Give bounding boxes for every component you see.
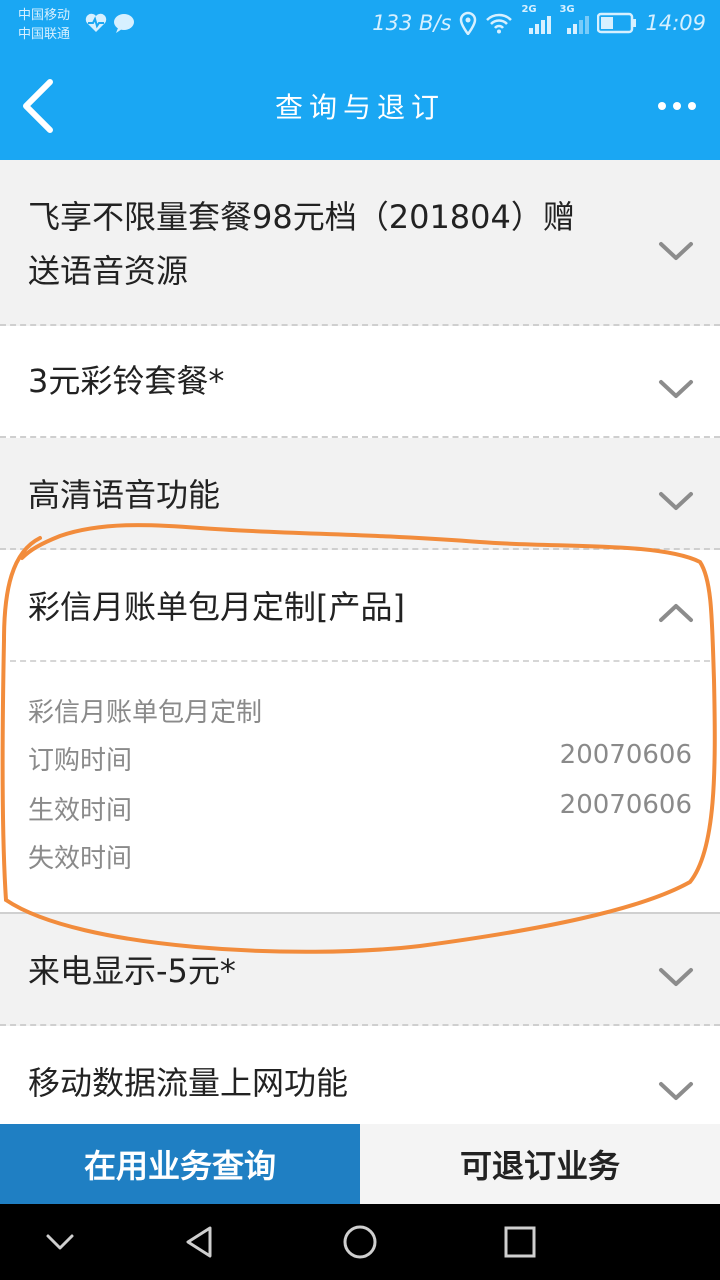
carrier-2: 中国联通 [18,27,71,42]
more-dots-icon [658,102,666,110]
recent-apps-square-icon[interactable] [500,1222,540,1262]
carrier-info: 中国移动 中国联通 [18,6,70,44]
item-label: 来电显示-5元* [28,952,236,990]
list-item-expanded[interactable]: 彩信月账单包月定制[产品] 彩信月账单包月定制 订购时间 20070606 生效… [0,550,720,914]
location-icon [460,11,477,35]
list-item[interactable]: 来电显示-5元* [0,914,720,1026]
bottom-tabs: 在用业务查询 可退订业务 [0,1124,720,1204]
wifi-icon [486,13,513,34]
list-item[interactable]: 3元彩铃套餐* [0,326,720,438]
status-bar: 中国移动 中国联通 133 B/s 2G 3G 14:09 [0,0,720,52]
item-label: 彩信月账单包月定制[产品] [28,588,405,626]
chevron-down-icon [659,1082,693,1100]
chevron-down-icon [659,492,693,510]
chevron-down-icon [659,968,693,986]
effective-time-label: 生效时间 [28,796,133,826]
status-right: 133 B/s 2G 3G 14:09 [372,4,706,36]
item-label-line2: 送语音资源 [28,252,189,290]
tab-cancelable-services[interactable]: 可退订业务 [360,1124,720,1204]
signal-2g-icon: 2G [521,4,552,36]
more-dot [688,102,696,110]
tab-active-services[interactable]: 在用业务查询 [0,1124,360,1204]
clock: 14:09 [645,11,706,35]
detail-name: 彩信月账单包月定制 [28,698,263,728]
order-time-value: 20070606 [559,740,692,770]
list-item[interactable]: 移动数据流量上网功能 [0,1026,720,1124]
back-triangle-icon[interactable] [180,1222,220,1262]
effective-time-value: 20070606 [559,790,692,820]
detail-divider [10,660,710,662]
item-label: 3元彩铃套餐* [28,362,225,400]
notification-icons [84,12,136,34]
home-circle-icon[interactable] [340,1222,380,1262]
chevron-down-icon[interactable] [40,1222,80,1262]
chat-bubble-icon [114,14,134,33]
list-item[interactable]: 飞享不限量套餐98元档（201804）赠 送语音资源 [0,160,720,326]
more-options-button[interactable] [658,96,706,116]
signal-3g-icon: 3G [559,4,590,36]
heart-monitor-icon [85,13,107,33]
expire-time-label: 失效时间 [28,844,133,874]
chevron-down-icon [659,242,693,260]
page-title: 查询与退订 [274,91,445,124]
carrier-1: 中国移动 [18,8,71,23]
order-time-label: 订购时间 [28,746,133,776]
battery-icon [597,12,637,34]
item-label: 高清语音功能 [28,476,221,514]
list-item[interactable]: 高清语音功能 [0,438,720,550]
network-speed: 133 B/s [372,11,452,35]
item-label: 移动数据流量上网功能 [28,1064,349,1102]
chevron-down-icon [659,380,693,398]
system-nav-bar [0,1204,720,1280]
title-bar: 查询与退订 [0,52,720,160]
chevron-up-icon [659,604,693,622]
item-label: 飞享不限量套餐98元档（201804）赠 [28,198,575,236]
more-dot [673,102,681,110]
